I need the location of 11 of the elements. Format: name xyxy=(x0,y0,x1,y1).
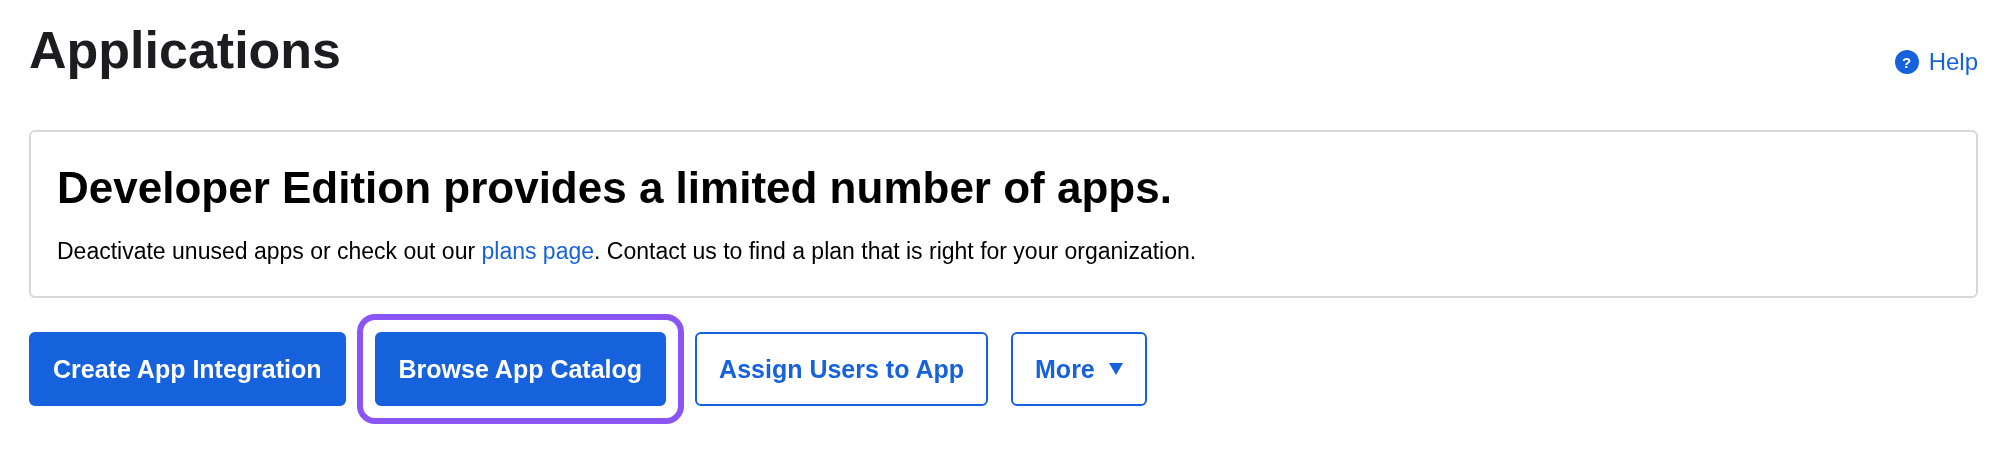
action-button[interactable]: More xyxy=(1011,332,1147,406)
action-button[interactable]: Assign Users to App xyxy=(695,332,989,406)
action-button[interactable]: Browse App Catalog xyxy=(374,332,667,406)
help-icon: ? xyxy=(1894,50,1919,74)
plans-link[interactable]: plans page xyxy=(481,238,595,264)
help-link[interactable]: ? Help xyxy=(1894,48,1978,76)
caret-icon xyxy=(1108,363,1123,375)
page-title: Applications xyxy=(29,20,342,81)
notice-heading: Developer Edition provides a limited number of apps. xyxy=(57,162,1173,214)
action-button[interactable]: Create App Integration xyxy=(29,332,346,406)
notice-text: Deactivate unused apps or check out our plans page. Contact us to find a plan that is right for your organization. xyxy=(57,237,1198,266)
